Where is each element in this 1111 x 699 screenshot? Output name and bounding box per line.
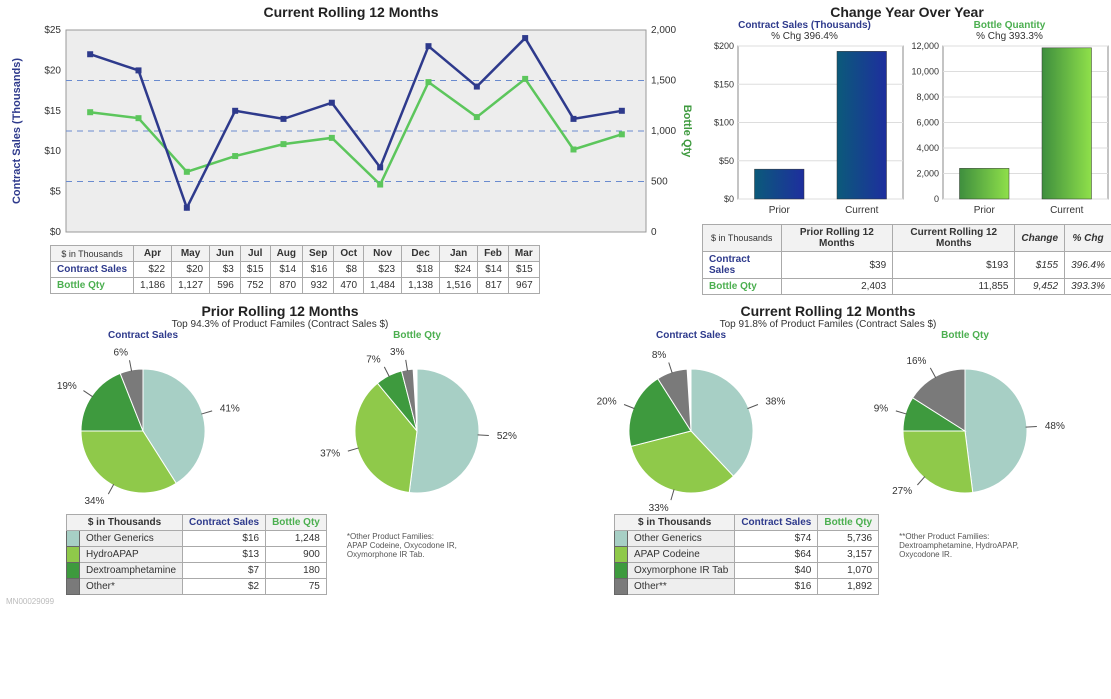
prior-pie-sales: 41% 34% 19% 6% [6, 341, 280, 511]
yoy-bar-contract: $200 $150 $100 $50 $0 Prior Current [702, 42, 907, 217]
current-pie-sales-title: Contract Sales [554, 330, 828, 341]
report-id: MN00029099 [6, 597, 1105, 606]
main-line-chart: $25 $20 $15 $10 $5 $0 2,000 1,500 1,000 500 0 Contr… [6, 20, 696, 242]
svg-text:Current: Current [845, 205, 879, 216]
svg-text:10,000: 10,000 [911, 67, 939, 77]
svg-text:$15: $15 [44, 106, 61, 117]
svg-text:$0: $0 [50, 227, 62, 238]
yoy-left-title: Contract Sales (Thousands) [702, 20, 907, 31]
svg-text:0: 0 [651, 227, 657, 238]
svg-text:6%: 6% [114, 347, 129, 358]
svg-text:38%: 38% [765, 397, 785, 408]
current-pie-qty: 48% 27% 9% 16% [828, 341, 1102, 511]
yoy-bar-bottle: 12,000 10,000 8,000 6,000 4,000 2,000 0 Prior Cu… [907, 42, 1111, 217]
prior-pie-qty: 52% 37% 7% 3% [280, 341, 554, 511]
svg-text:$10: $10 [44, 146, 61, 157]
svg-text:37%: 37% [320, 448, 340, 459]
svg-text:41%: 41% [220, 404, 240, 415]
svg-text:$150: $150 [714, 79, 734, 89]
current-sub: Top 91.8% of Product Familes (Contract S… [554, 319, 1102, 330]
prior-product-table: $ in Thousands Contract Sales Bottle Qty… [66, 514, 327, 595]
current-footnote: **Other Product Families: Dextroamphetam… [899, 532, 1019, 559]
current-product-table: $ in Thousands Contract Sales Bottle Qty… [614, 514, 879, 595]
svg-text:12,000: 12,000 [911, 42, 939, 51]
yoy-right-sub: % Chg 393.3% [907, 31, 1111, 42]
svg-text:7%: 7% [366, 355, 381, 366]
yoy-title: Change Year Over Year [702, 4, 1111, 20]
current-pie-sales: 38% 33% 20% 8% [554, 341, 828, 511]
svg-text:Bottle Qty: Bottle Qty [681, 105, 693, 158]
svg-text:$100: $100 [714, 118, 734, 128]
svg-text:Prior: Prior [974, 205, 996, 216]
svg-text:2,000: 2,000 [916, 169, 939, 179]
svg-text:8%: 8% [652, 350, 667, 361]
svg-text:$5: $5 [50, 187, 62, 198]
yoy-data-table: $ in ThousandsPrior Rolling 12 MonthsCur… [702, 224, 1111, 295]
svg-text:Contract Sales (Thousands): Contract Sales (Thousands) [11, 58, 23, 204]
yoy-left-sub: % Chg 396.4% [702, 31, 907, 42]
svg-text:16%: 16% [906, 356, 926, 367]
svg-text:52%: 52% [497, 431, 517, 442]
svg-text:0: 0 [934, 194, 939, 204]
svg-text:2,000: 2,000 [651, 25, 676, 36]
svg-text:4,000: 4,000 [916, 143, 939, 153]
svg-text:$200: $200 [714, 42, 734, 51]
svg-text:19%: 19% [57, 381, 77, 392]
prior-pie-sales-title: Contract Sales [6, 330, 280, 341]
svg-text:9%: 9% [874, 404, 889, 415]
svg-text:34%: 34% [84, 496, 104, 507]
prior-footnote: *Other Product Families: APAP Codeine, O… [347, 532, 457, 559]
current-pie-qty-title: Bottle Qty [828, 330, 1102, 341]
svg-text:3%: 3% [390, 347, 405, 358]
svg-text:Prior: Prior [769, 205, 791, 216]
svg-text:$20: $20 [44, 65, 61, 76]
svg-text:20%: 20% [597, 397, 617, 408]
svg-text:500: 500 [651, 177, 668, 188]
svg-text:1,500: 1,500 [651, 76, 676, 87]
prior-sub: Top 94.3% of Product Familes (Contract S… [6, 319, 554, 330]
svg-text:27%: 27% [892, 486, 912, 497]
svg-text:6,000: 6,000 [916, 118, 939, 128]
svg-text:1,000: 1,000 [651, 126, 676, 137]
svg-text:$0: $0 [724, 194, 734, 204]
svg-text:33%: 33% [649, 503, 669, 511]
prior-pie-qty-title: Bottle Qty [280, 330, 554, 341]
svg-text:$25: $25 [44, 25, 61, 36]
svg-text:$50: $50 [719, 156, 734, 166]
svg-text:Current: Current [1050, 205, 1084, 216]
svg-text:48%: 48% [1045, 421, 1065, 432]
current-title: Current Rolling 12 Months [554, 303, 1102, 319]
prior-title: Prior Rolling 12 Months [6, 303, 554, 319]
main-chart-title: Current Rolling 12 Months [6, 4, 696, 20]
svg-text:8,000: 8,000 [916, 92, 939, 102]
yoy-right-title: Bottle Quantity [907, 20, 1111, 31]
main-data-table: $ in ThousandsAprMayJunJulAugSepOctNovDe… [50, 245, 540, 294]
